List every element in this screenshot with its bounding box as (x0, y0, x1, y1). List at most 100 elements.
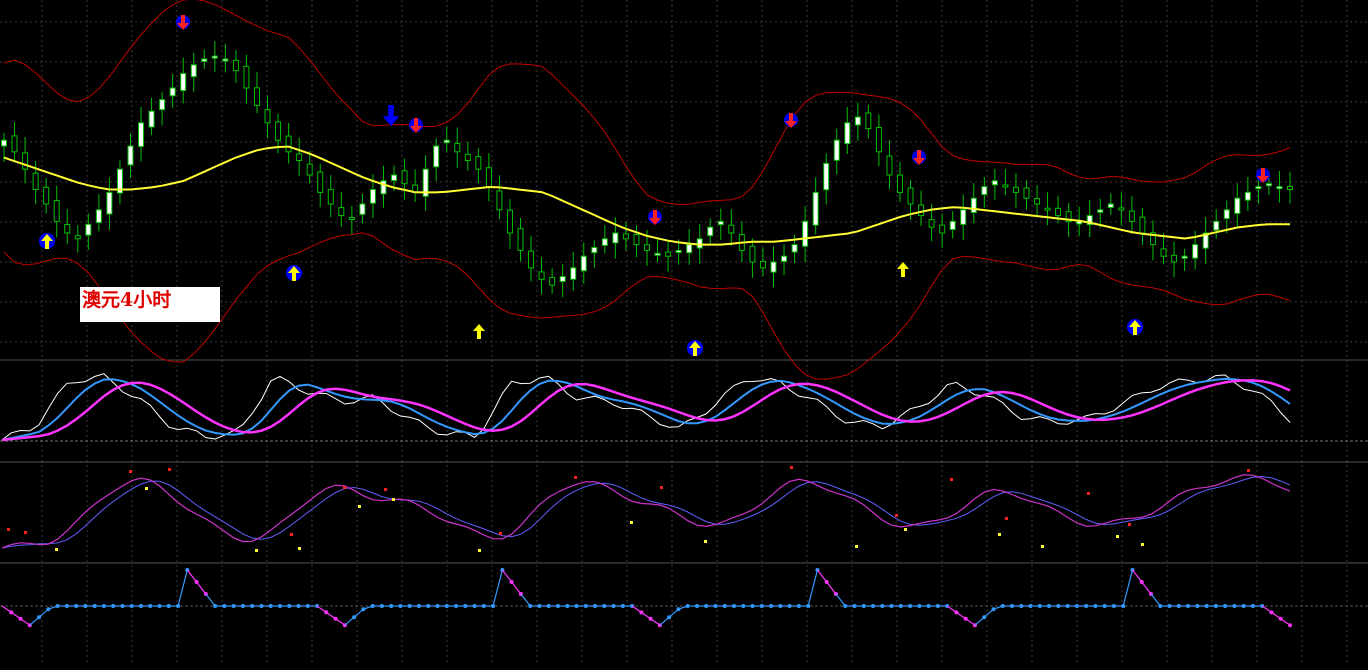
candle-body (1265, 183, 1272, 187)
osc3-segment (835, 593, 846, 607)
candle-body (64, 223, 71, 234)
osc3-segment (511, 581, 522, 595)
osc3-segment (196, 581, 207, 595)
candle-body (1234, 197, 1241, 214)
candle-body (1107, 203, 1114, 208)
candle-body (443, 139, 450, 144)
osc2-sell-dot (343, 486, 346, 489)
candle-body (654, 252, 661, 256)
candle-body (1276, 186, 1283, 190)
candle-body (180, 73, 187, 92)
candle-body (601, 238, 608, 246)
candle-body (665, 251, 672, 257)
candle-body (296, 153, 303, 162)
candle-body (549, 277, 556, 286)
candle-body (264, 109, 271, 124)
candle-body (475, 156, 482, 170)
osc3-dot (1288, 623, 1292, 628)
osc2-buy-dot (1041, 545, 1044, 548)
candle-body (591, 247, 598, 254)
osc2-buy-dot (904, 528, 907, 531)
candle-body (74, 235, 81, 240)
candle-body (380, 180, 387, 195)
candle-body (32, 172, 39, 191)
candle-body (148, 110, 155, 128)
candle-body (1255, 186, 1262, 190)
candle-body (1055, 207, 1062, 217)
candle-body (1213, 220, 1220, 231)
candle-body (433, 145, 440, 168)
osc2-sell-dot (499, 532, 502, 535)
candle-body (960, 209, 967, 225)
osc2-sell-dot (950, 478, 953, 481)
candle-body (580, 255, 587, 272)
signal-arrows (39, 15, 1270, 356)
oscillator-panel-2 (1, 466, 1291, 552)
candle-body (1181, 255, 1188, 259)
candle-body (1171, 254, 1178, 263)
candle-body (485, 167, 492, 188)
candle-body (928, 219, 935, 228)
osc3-segment (1131, 569, 1143, 583)
candle-body (622, 233, 629, 240)
candle-body (1287, 185, 1293, 191)
candle-body (222, 58, 229, 62)
candle-body (559, 276, 566, 283)
osc2-sell-dot (895, 514, 898, 517)
osc2-buy-dot (704, 540, 707, 543)
candle-body (633, 233, 640, 246)
osc3-segment (205, 593, 216, 607)
osc3-segment (1150, 593, 1161, 607)
osc3-segment (177, 569, 188, 607)
candle-body (865, 112, 872, 130)
osc3-segment (807, 569, 819, 607)
candle-body (95, 209, 102, 224)
osc2-buy-dot (298, 547, 301, 550)
candle-body (22, 152, 29, 170)
buy-arrow-icon (897, 262, 909, 277)
osc2-buy-dot (1141, 543, 1144, 546)
candle-body (11, 135, 18, 153)
candle-body (538, 271, 545, 280)
candle-body (970, 197, 977, 214)
candle-body (781, 255, 788, 262)
candle-body (138, 122, 145, 147)
trading-chart[interactable] (0, 0, 1368, 670)
candle-body (812, 191, 819, 226)
candle-body (791, 244, 798, 253)
candle-body (644, 244, 650, 251)
osc1-fast-line (1, 373, 1291, 441)
candle-body (907, 187, 914, 205)
osc2-buy-dot (630, 521, 633, 524)
osc2-sell-dot (24, 531, 27, 534)
bollinger-bands (3, 0, 1291, 380)
osc2-sell-dot (1087, 492, 1090, 495)
osc2-sell-dot (1005, 517, 1008, 520)
osc2-buy-dot (145, 487, 148, 490)
candle-body (201, 58, 208, 62)
candle-body (1002, 184, 1009, 188)
osc3-segment (1141, 581, 1152, 595)
candle-body (686, 244, 693, 254)
osc2-sell-dot (168, 468, 171, 471)
osc2-buy-dot (255, 549, 258, 552)
chart-title-label: 澳元4小时 (80, 287, 220, 322)
candle-body (1244, 191, 1251, 201)
candle-body (875, 126, 882, 153)
candle-body (896, 174, 903, 193)
candle-body (327, 189, 334, 205)
candle-body (528, 250, 535, 269)
osc2-sell-dot (384, 488, 387, 491)
candle-body (169, 87, 176, 97)
osc2-sell-dot (790, 466, 793, 469)
candle-body (1034, 198, 1041, 205)
candle-body (1160, 248, 1167, 257)
candle-body (159, 99, 166, 111)
candle-body (886, 155, 893, 176)
candle-body (939, 224, 946, 234)
candle-body (823, 162, 830, 191)
candle-body (1223, 209, 1230, 220)
osc2-buy-dot (1116, 535, 1119, 538)
candle-body (1023, 187, 1030, 199)
osc2-buy-dot (358, 505, 361, 508)
